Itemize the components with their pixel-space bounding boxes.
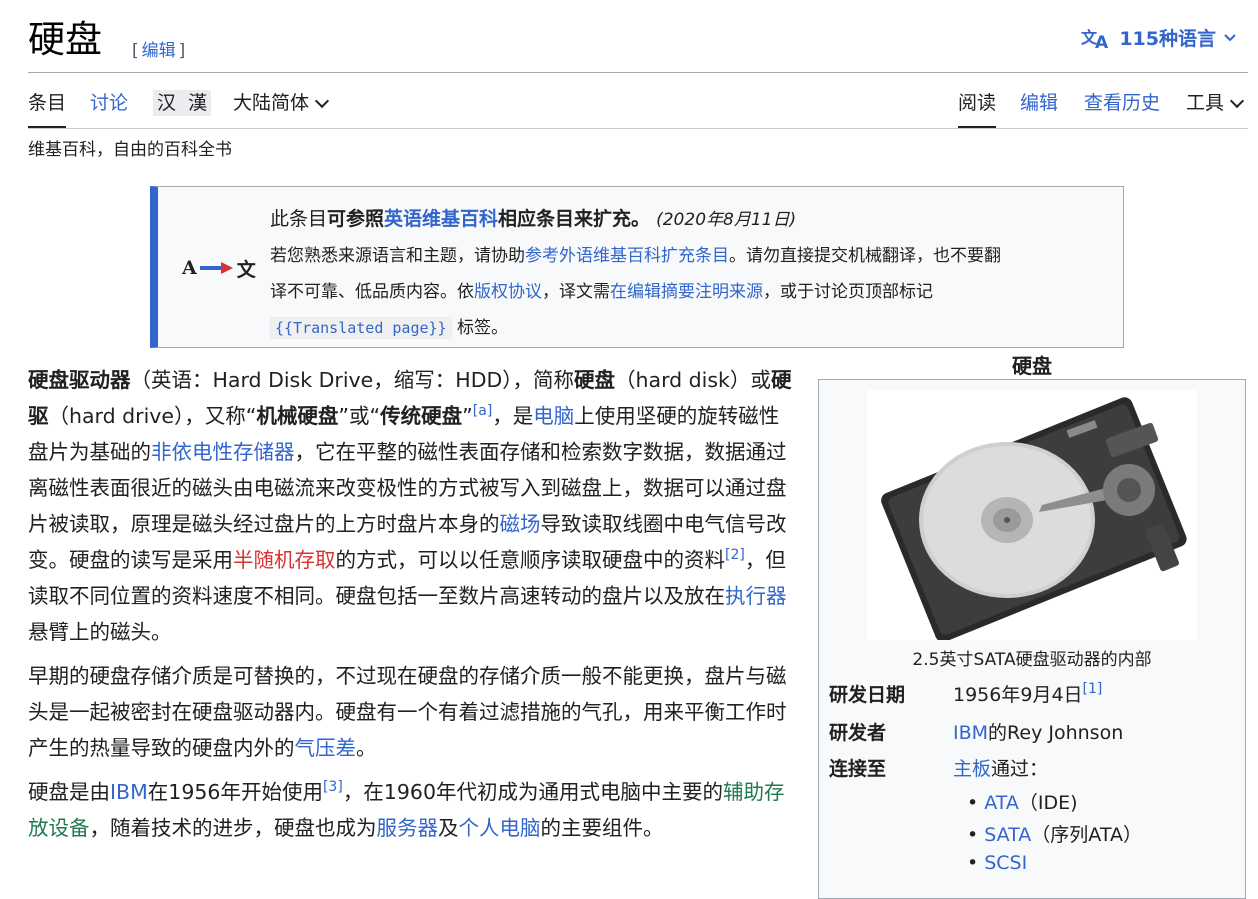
language-button[interactable]: 文A 115种语言 [1081,24,1238,51]
notice-date: (2020年8月11日) [656,210,797,230]
link-semi-random-access[interactable]: 半随机存取 [233,548,336,572]
page-tabs: 条目 讨论 汉 漢 大陆简体 阅读 编辑 查看历史 工具 [28,82,1248,129]
tab-read[interactable]: 阅读 [958,90,997,128]
article-body: 硬盘驱动器（英语：Hard Disk Drive，缩写：HDD），简称硬盘（ha… [28,362,798,854]
edit-link[interactable]: 编辑 [142,41,176,61]
image-caption: 2.5英寸SATA硬盘驱动器的内部 [912,650,1152,670]
link-magnetic-field[interactable]: 磁场 [500,512,541,536]
ref-1[interactable]: [1] [1083,681,1103,697]
translate-arrow-icon: A 文 [182,257,256,281]
edit-section-link: [编辑] [132,41,186,61]
infobox-caption: 硬盘 [1012,354,1052,378]
infobox: 2.5英寸SATA硬盘驱动器的内部 研发日期 1956年9月4日[1] 研发者 … [818,379,1246,899]
tools-menu[interactable]: 工具 [1186,90,1246,126]
tab-edit[interactable]: 编辑 [1020,90,1058,126]
ref-2[interactable]: [2] [725,547,745,563]
translate-icon: 文A [1081,26,1113,50]
template-code[interactable]: {{Translated page}} [270,317,452,339]
page-title: 硬盘 [28,18,102,61]
tab-talk[interactable]: 讨论 [90,90,128,126]
english-wiki-link[interactable]: 英语维基百科 [384,208,498,230]
chevron-down-icon [1229,93,1245,109]
hdd-image[interactable] [867,390,1197,642]
link-motherboard[interactable]: 主板 [953,758,991,780]
link-scsi[interactable]: SCSI [984,852,1027,874]
link-computer[interactable]: 电脑 [533,404,574,428]
chevron-down-icon [314,93,330,109]
variant-select[interactable]: 大陆简体 [233,90,331,126]
notice-text: 此条目可参照英语维基百科相应条目来扩充。 (2020年8月11日) 若您熟悉来源… [270,201,1110,346]
chevron-down-icon [1222,30,1238,46]
link-ibm-infobox[interactable]: IBM [953,722,988,744]
link-nonvolatile-memory[interactable]: 非依电性存储器 [151,440,295,464]
tab-article[interactable]: 条目 [28,90,67,128]
expand-guide-link[interactable]: 参考外语维基百科扩充条目 [525,246,729,266]
notice-title: 此条目可参照英语维基百科相应条目来扩充。 (2020年8月11日) [270,208,797,230]
title-row: 硬盘 [编辑] 文A 115种语言 [28,14,1248,73]
list-item: ATA（IDE) [967,788,1077,815]
license-link[interactable]: 版权协议 [474,282,542,302]
paragraph-3: 硬盘是由IBM在1956年开始使用[3]，在1960年代初成为通用式电脑中主要的… [28,779,785,840]
tab-history[interactable]: 查看历史 [1084,90,1160,126]
list-item: SATA（序列ATA） [967,820,1142,847]
attribution-link[interactable]: 在编辑摘要注明来源 [610,282,763,302]
link-pc[interactable]: 个人电脑 [459,816,541,840]
paragraph-1: 硬盘驱动器（英语：Hard Disk Drive，缩写：HDD），简称硬盘（ha… [28,368,792,644]
paragraph-2: 早期的硬盘存储介质是可替换的，不过现在硬盘的存储介质一般不能更换，盘片与磁头是一… [28,664,787,760]
link-sata[interactable]: SATA [984,824,1031,846]
link-server[interactable]: 服务器 [377,816,439,840]
link-pressure[interactable]: 气压差 [295,736,357,760]
link-ata[interactable]: ATA [984,792,1019,814]
translation-notice: A 文 此条目可参照英语维基百科相应条目来扩充。 (2020年8月11日) 若您… [150,186,1124,348]
tab-variant-simplified[interactable]: 汉 漢 [153,90,212,116]
link-ibm[interactable]: IBM [110,780,148,804]
note-a[interactable]: [a] [473,403,493,419]
list-item: SCSI [967,852,1027,874]
language-count: 115种语言 [1119,28,1216,50]
site-tagline: 维基百科，自由的百科全书 [28,140,232,160]
ref-3[interactable]: [3] [323,779,343,795]
svg-text:A: A [1095,33,1109,50]
link-actuator[interactable]: 执行器 [725,584,787,608]
